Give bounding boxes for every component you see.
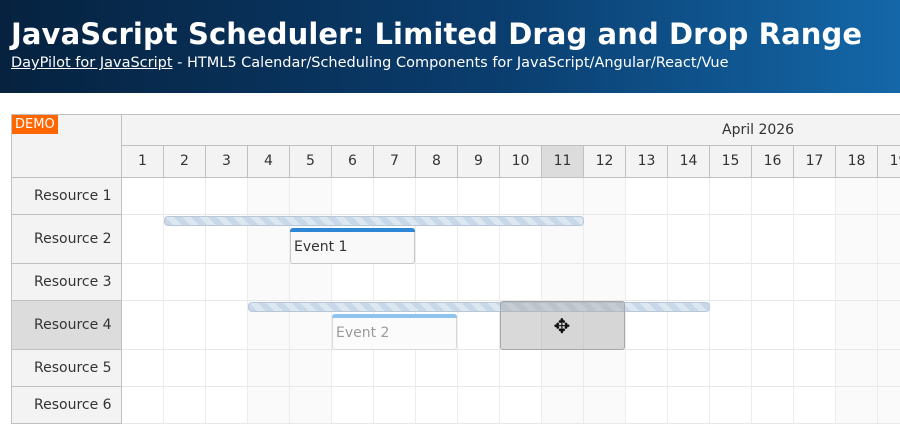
day-header-13: 13 <box>626 146 668 178</box>
resource-header-5[interactable]: Resource 5 <box>12 350 122 387</box>
resource-header-1[interactable]: Resource 1 <box>12 178 122 215</box>
move-cursor-icon: ✥ <box>553 313 571 338</box>
day-header-18: 18 <box>836 146 878 178</box>
event-2[interactable]: Event 2 <box>332 314 457 350</box>
demo-badge: DEMO <box>12 115 58 134</box>
event-1[interactable]: Event 1 <box>290 228 415 264</box>
resource-header-2[interactable]: Resource 2 <box>12 215 122 264</box>
day-header-14: 14 <box>668 146 710 178</box>
day-header-19: 19 <box>878 146 900 178</box>
month-label: April 2026 <box>722 122 795 138</box>
timeheader-month: April 2026 <box>122 115 900 146</box>
resource-row-cells[interactable] <box>122 350 900 387</box>
day-header-15: 15 <box>710 146 752 178</box>
day-header-11: 11 <box>542 146 584 178</box>
event-text: Event 2 <box>336 325 390 341</box>
daypilot-link[interactable]: DayPilot for JavaScript <box>11 55 173 71</box>
day-header-3: 3 <box>206 146 248 178</box>
resource-header-6[interactable]: Resource 6 <box>12 387 122 424</box>
day-header-2: 2 <box>164 146 206 178</box>
day-header-4: 4 <box>248 146 290 178</box>
day-header-7: 7 <box>374 146 416 178</box>
scheduler-corner: DEMO <box>12 115 122 178</box>
event-bar <box>290 228 415 232</box>
day-header-1: 1 <box>122 146 164 178</box>
resource-row-cells[interactable] <box>122 178 900 215</box>
event-text: Event 1 <box>294 239 348 255</box>
day-header-16: 16 <box>752 146 794 178</box>
allowed-range-bar <box>248 302 710 312</box>
timeheader-days: 12345678910111213141516171819 <box>122 146 900 178</box>
day-header-5: 5 <box>290 146 332 178</box>
day-header-8: 8 <box>416 146 458 178</box>
resource-header-3[interactable]: Resource 3 <box>12 264 122 301</box>
header-gap <box>0 93 900 114</box>
event-bar <box>332 314 457 318</box>
resource-header-4[interactable]: Resource 4 <box>12 301 122 350</box>
day-header-6: 6 <box>332 146 374 178</box>
resource-row-cells[interactable] <box>122 264 900 301</box>
day-header-9: 9 <box>458 146 500 178</box>
allowed-range-bar <box>164 216 584 226</box>
scheduler[interactable]: DEMO April 2026 1 2 3 4 5 6 7 8 9 10 11 12 13 14 15 16 1… <box>11 114 900 424</box>
page-header: JavaScript Scheduler: Limited Drag and D… <box>0 0 900 93</box>
page-subtitle: DayPilot for JavaScript - HTML5 Calendar… <box>11 55 729 71</box>
day-header-12: 12 <box>584 146 626 178</box>
day-header-17: 17 <box>794 146 836 178</box>
day-header-10: 10 <box>500 146 542 178</box>
drag-shadow[interactable]: ✥ <box>500 301 625 350</box>
page-title: JavaScript Scheduler: Limited Drag and D… <box>11 17 863 51</box>
resource-row-cells[interactable] <box>122 387 900 424</box>
subtitle-text: - HTML5 Calendar/Scheduling Components f… <box>172 55 729 71</box>
